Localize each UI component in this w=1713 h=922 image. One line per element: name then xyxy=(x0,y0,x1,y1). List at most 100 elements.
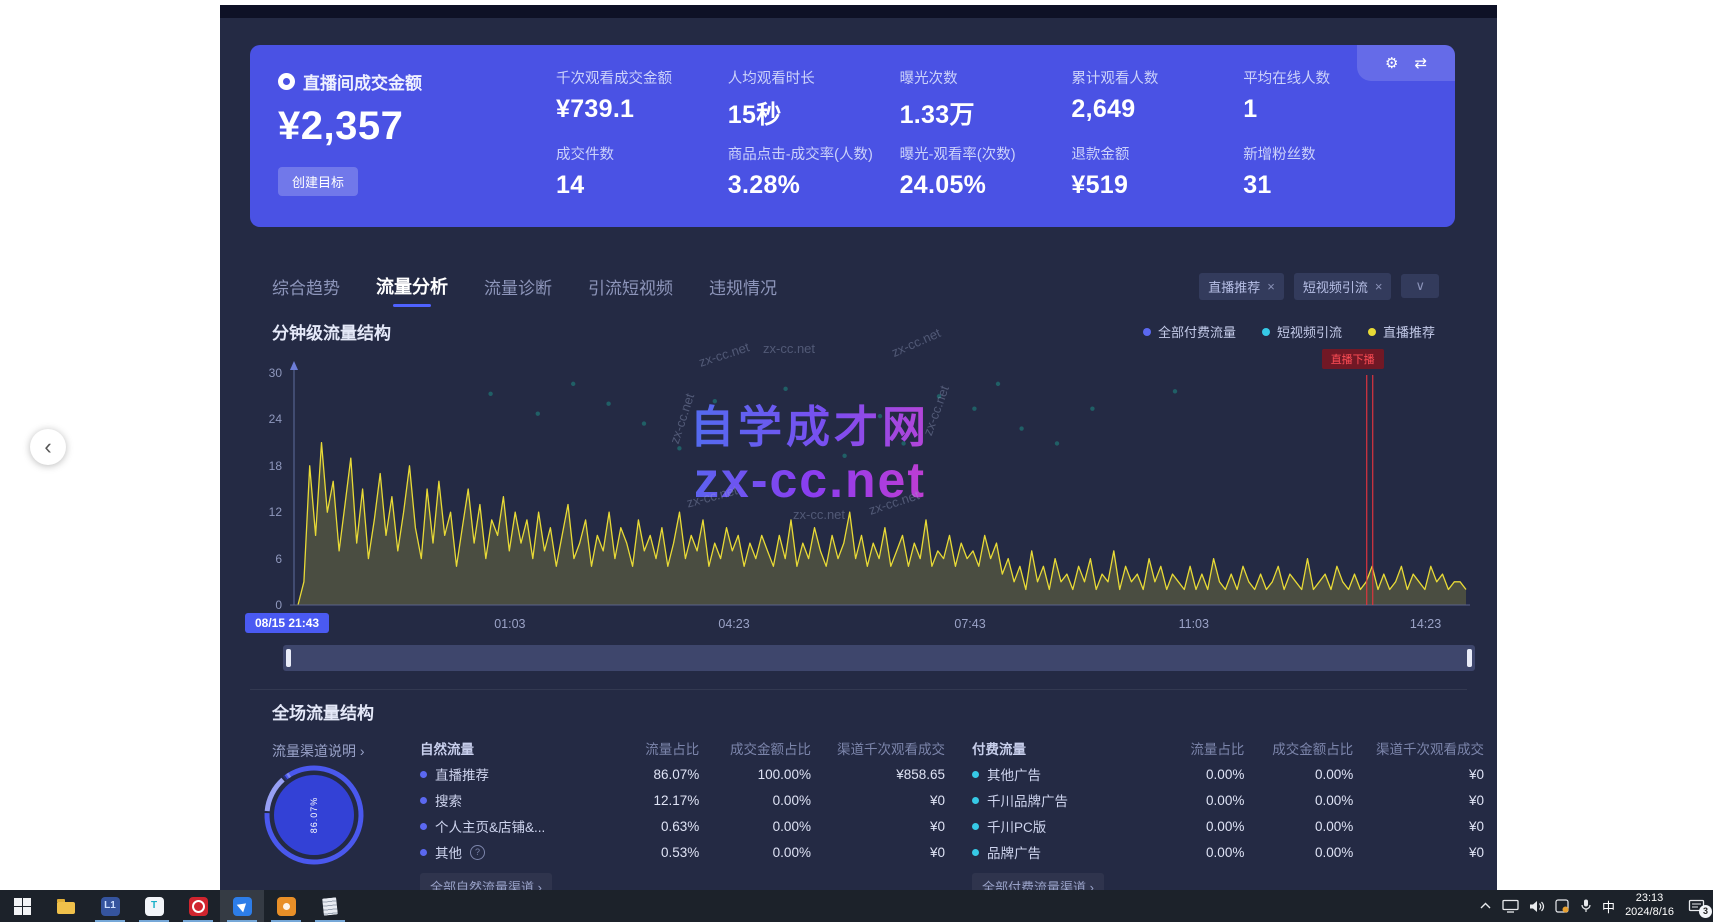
x-axis-label: 07:43 xyxy=(954,617,985,631)
gmv-per-k-value: ¥0 xyxy=(1353,793,1484,808)
notification-icon[interactable]: 3 xyxy=(1688,899,1705,914)
windows-start-icon xyxy=(14,898,31,915)
y-axis-label: 30 xyxy=(252,366,282,380)
channel-dot-icon xyxy=(420,849,427,856)
range-slider[interactable] xyxy=(283,645,1475,671)
metric-label: 成交件数 xyxy=(556,143,720,164)
gmv-share-value: 0.00% xyxy=(699,845,811,860)
slider-handle-left[interactable] xyxy=(286,649,291,667)
channel-cell: 千川PC版 xyxy=(972,816,1135,836)
gmv-per-k-value: ¥0 xyxy=(811,845,945,860)
table-row: 千川PC版0.00%0.00%¥0 xyxy=(972,813,1484,839)
tray-microphone-icon[interactable] xyxy=(1580,899,1592,913)
taskbar-clock[interactable]: 23:13 2024/8/16 xyxy=(1625,892,1674,920)
legend-dot-icon xyxy=(1368,328,1376,336)
metric-card: 曝光次数1.33万 xyxy=(900,67,1064,133)
tab-流量诊断[interactable]: 流量诊断 xyxy=(484,274,552,299)
channel-cell: 千川品牌广告 xyxy=(972,790,1135,810)
taskbar-app-teal-t-button[interactable]: T xyxy=(132,890,176,922)
primary-metric: 直播间成交金额 ¥2,357 创建目标 xyxy=(278,69,528,196)
channel-dot-icon xyxy=(972,797,979,804)
create-goal-button[interactable]: 创建目标 xyxy=(278,167,358,196)
paid-traffic-table: 付费流量流量占比成交金额占比渠道千次观看成交其他广告0.00%0.00%¥0千川… xyxy=(972,735,1484,890)
app-teal-t-icon: T xyxy=(145,897,164,916)
x-axis-label: 11:03 xyxy=(1179,617,1209,631)
legend-dot-icon xyxy=(1143,328,1151,336)
metric-value: 14 xyxy=(556,171,720,200)
filter-chip[interactable]: 短视频引流 × xyxy=(1294,273,1392,300)
share-value: 86.07% xyxy=(588,767,700,782)
back-button[interactable]: ‹ xyxy=(30,429,66,465)
close-icon[interactable]: × xyxy=(1375,279,1383,294)
tray-speaker-icon[interactable] xyxy=(1529,900,1545,913)
ime-indicator[interactable]: 中 xyxy=(1602,897,1615,916)
tab-综合趋势[interactable]: 综合趋势 xyxy=(272,274,340,299)
tray-chevron-up-icon[interactable] xyxy=(1479,901,1492,911)
tray-app-icon[interactable] xyxy=(1555,899,1570,913)
channel-cell: 直播推荐 xyxy=(420,764,588,784)
table-footer-link[interactable]: 全部付费流量渠道 › xyxy=(972,873,1104,890)
x-axis-label: 08/15 21:43 xyxy=(245,613,329,633)
app-l1-icon: L1 xyxy=(101,897,120,916)
tray-display-icon[interactable] xyxy=(1502,899,1519,913)
channel-label: 其他 xyxy=(435,842,462,862)
swap-icon[interactable]: ⇄ xyxy=(1414,54,1427,72)
filter-chip-label: 短视频引流 xyxy=(1303,277,1368,296)
gmv-per-k-value: ¥858.65 xyxy=(811,767,945,782)
metric-label: 曝光次数 xyxy=(900,67,1064,88)
y-axis-label: 6 xyxy=(252,552,282,566)
taskbar-apps: L1 T xyxy=(0,890,352,922)
channel-help-link[interactable]: 流量渠道说明 › xyxy=(272,741,365,761)
tab-流量分析[interactable]: 流量分析 xyxy=(376,273,448,299)
share-value: 0.00% xyxy=(1135,819,1244,834)
x-axis-label: 14:23 xyxy=(1410,617,1441,631)
legend-item[interactable]: 全部付费流量 xyxy=(1143,322,1236,341)
legend-item[interactable]: 短视频引流 xyxy=(1262,322,1342,341)
taskbar-app-recorder-button[interactable] xyxy=(264,890,308,922)
legend-item[interactable]: 直播推荐 xyxy=(1368,322,1435,341)
channel-dot-icon xyxy=(420,771,427,778)
file-explorer-icon xyxy=(57,902,75,914)
primary-metric-label-row: 直播间成交金额 xyxy=(278,69,528,94)
metric-value: 3.28% xyxy=(728,171,892,200)
taskbar-file-explorer-button[interactable] xyxy=(44,890,88,922)
metric-card: 新增粉丝数31 xyxy=(1243,143,1407,209)
table-row: 个人主页&店铺&...0.63%0.00%¥0 xyxy=(420,813,945,839)
taskbar-notepad-button[interactable] xyxy=(308,890,352,922)
tab-引流短视频[interactable]: 引流短视频 xyxy=(588,274,673,299)
help-icon[interactable]: ? xyxy=(470,845,485,860)
x-axis-ticks: 08/15 21:4301:0304:2307:4311:0314:23 xyxy=(290,615,1470,637)
donut-center-label: 86.07% xyxy=(309,797,319,834)
filter-dropdown[interactable]: ∨ xyxy=(1401,274,1439,298)
tab-违规情况[interactable]: 违规情况 xyxy=(709,274,777,299)
minute-traffic-chart[interactable]: 自学成才网 zx-cc.net 直播下播 3024181260zx-cc.net… xyxy=(290,361,1470,609)
metric-card: 人均观看时长15秒 xyxy=(728,67,892,133)
taskbar-app-pointer-button[interactable] xyxy=(220,890,264,922)
primary-metric-label: 直播间成交金额 xyxy=(303,69,422,94)
close-icon[interactable]: × xyxy=(1267,279,1275,294)
legend-label: 直播推荐 xyxy=(1383,322,1435,341)
taskbar-app-red-o-button[interactable] xyxy=(176,890,220,922)
taskbar-app-l1-button[interactable]: L1 xyxy=(88,890,132,922)
metric-value: 1 xyxy=(1243,95,1407,124)
table-header-cell: 成交金额占比 xyxy=(699,738,811,758)
gmv-share-value: 0.00% xyxy=(1244,845,1353,860)
table-header-cell: 流量占比 xyxy=(588,738,700,758)
clock-time: 23:13 xyxy=(1625,892,1674,906)
gmv-share-value: 0.00% xyxy=(699,819,811,834)
chevron-down-icon: ∨ xyxy=(1415,278,1425,294)
taskbar-start-button[interactable] xyxy=(0,890,44,922)
y-axis-label: 18 xyxy=(252,459,282,473)
channel-dot-icon xyxy=(420,823,427,830)
share-value: 12.17% xyxy=(588,793,700,808)
overall-section-title: 全场流量结构 xyxy=(272,699,374,724)
table-footer-link[interactable]: 全部自然流量渠道 › xyxy=(420,873,552,890)
chevron-left-icon: ‹ xyxy=(44,436,51,458)
metric-card: 成交件数 14 xyxy=(556,143,720,209)
app-pointer-icon xyxy=(233,897,252,916)
clock-date: 2024/8/16 xyxy=(1625,906,1674,920)
channel-cell: 搜索 xyxy=(420,790,588,810)
line-chart-svg xyxy=(290,361,1470,609)
slider-handle-right[interactable] xyxy=(1467,649,1472,667)
filter-chip[interactable]: 直播推荐× xyxy=(1199,273,1284,300)
